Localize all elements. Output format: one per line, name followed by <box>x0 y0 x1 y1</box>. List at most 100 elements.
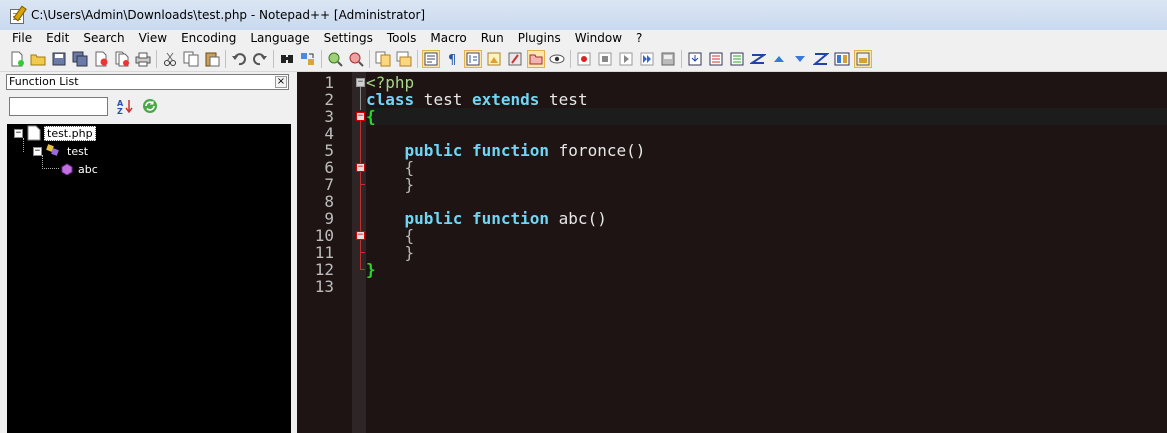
print-icon[interactable] <box>134 50 152 68</box>
save-all-icon[interactable] <box>71 50 89 68</box>
panel-header: Function List × <box>6 74 289 90</box>
menu-help[interactable]: ? <box>629 30 649 46</box>
word-wrap-icon[interactable] <box>422 49 440 68</box>
code-area[interactable]: <?php class test extends test { public f… <box>366 72 1167 433</box>
code-line: public function foronce() <box>366 142 1167 159</box>
menu-bar: File Edit Search View Encoding Language … <box>0 30 1167 46</box>
function-list-icon[interactable] <box>506 50 524 68</box>
collapse-icon[interactable]: − <box>33 146 42 156</box>
fold-toggle-icon[interactable]: − <box>356 78 365 87</box>
plugin-6-icon[interactable] <box>791 50 809 68</box>
toolbar-separator <box>681 49 682 68</box>
sync-horizontal-icon[interactable] <box>395 50 413 68</box>
close-icon[interactable] <box>92 50 110 68</box>
save-macro-icon[interactable] <box>659 50 677 68</box>
line-number: 13 <box>314 277 334 296</box>
plugin-1-icon[interactable] <box>686 50 704 68</box>
code-line-current: { <box>366 108 1167 125</box>
open-icon[interactable] <box>29 50 47 68</box>
document-map-icon[interactable] <box>485 50 503 68</box>
plugin-8-icon[interactable] <box>833 50 851 68</box>
sort-az-icon[interactable]: AZ <box>117 98 133 116</box>
brace: } <box>366 175 415 194</box>
tree-method-label: abc <box>78 162 98 176</box>
indent-guide-icon[interactable] <box>464 49 482 68</box>
line-number: 11 <box>314 243 334 262</box>
notepad-icon <box>9 5 27 24</box>
run-macro-multiple-icon[interactable] <box>638 50 656 68</box>
line-number-gutter: 1 2 3 4 5 6 7 8 9 10 11 12 13 <box>297 72 352 433</box>
svg-text:¶: ¶ <box>448 53 456 67</box>
plugin-4-icon[interactable] <box>749 50 767 68</box>
plugin-9-icon[interactable] <box>854 49 872 68</box>
menu-edit[interactable]: Edit <box>39 30 76 46</box>
plugin-2-icon[interactable] <box>707 50 725 68</box>
menu-window[interactable]: Window <box>568 30 629 46</box>
plugin-3-icon[interactable] <box>728 50 746 68</box>
plugin-5-icon[interactable] <box>770 50 788 68</box>
code-editor[interactable]: 1 2 3 4 5 6 7 8 9 10 11 12 13 − − − − <?… <box>297 72 1167 433</box>
window-title: C:\Users\Admin\Downloads\test.php - Note… <box>31 8 426 22</box>
brace: } <box>366 260 376 279</box>
stop-macro-icon[interactable] <box>596 50 614 68</box>
new-icon[interactable] <box>8 50 26 68</box>
line-number: 12 <box>314 260 334 279</box>
reload-icon[interactable] <box>141 97 159 115</box>
close-icon[interactable]: × <box>275 76 287 88</box>
keyword: extends <box>471 90 540 109</box>
find-icon[interactable] <box>278 50 296 68</box>
file-icon <box>27 125 41 141</box>
keyword: function <box>471 141 550 160</box>
line-number: 4 <box>324 124 334 143</box>
tree-item-method[interactable]: abc <box>61 161 100 177</box>
code-text: test <box>414 90 472 109</box>
menu-macro[interactable]: Macro <box>423 30 473 46</box>
line-number: 3 <box>324 107 334 126</box>
record-macro-icon[interactable] <box>575 50 593 68</box>
line-number: 10 <box>314 226 334 245</box>
menu-encoding[interactable]: Encoding <box>174 30 243 46</box>
menu-language[interactable]: Language <box>243 30 316 46</box>
zoom-out-icon[interactable] <box>347 50 365 68</box>
line-number: 2 <box>324 90 334 109</box>
play-macro-icon[interactable] <box>617 50 635 68</box>
fold-toggle-icon[interactable]: − <box>356 163 365 172</box>
sync-vertical-icon[interactable] <box>374 50 392 68</box>
plugin-7-icon[interactable] <box>812 50 830 68</box>
folder-as-workspace-icon[interactable] <box>527 49 545 68</box>
menu-tools[interactable]: Tools <box>380 30 424 46</box>
menu-view[interactable]: View <box>132 30 174 46</box>
menu-run[interactable]: Run <box>474 30 511 46</box>
replace-icon[interactable] <box>299 50 317 68</box>
code-text: abc() <box>549 209 607 228</box>
show-all-chars-icon[interactable]: ¶ <box>443 50 461 68</box>
undo-icon[interactable] <box>230 50 248 68</box>
tree-item-class[interactable]: − test <box>33 143 90 159</box>
copy-icon[interactable] <box>182 50 200 68</box>
close-all-icon[interactable] <box>113 50 131 68</box>
line-number: 1 <box>324 73 334 92</box>
cut-icon[interactable] <box>161 50 179 68</box>
menu-file[interactable]: File <box>0 30 39 46</box>
collapse-icon[interactable]: − <box>14 128 23 138</box>
redo-icon[interactable] <box>251 50 269 68</box>
zoom-in-icon[interactable] <box>326 50 344 68</box>
fold-toggle-icon[interactable]: − <box>356 231 365 240</box>
save-icon[interactable] <box>50 50 68 68</box>
keyword: function <box>471 209 550 228</box>
menu-search[interactable]: Search <box>76 30 131 46</box>
tree-item-file[interactable]: − test.php <box>14 125 96 141</box>
code-line: } <box>366 261 1167 278</box>
toolbar-separator <box>273 49 274 68</box>
menu-settings[interactable]: Settings <box>317 30 380 46</box>
monitoring-icon[interactable] <box>548 50 566 68</box>
code-line: class test extends test <box>366 91 1167 108</box>
menu-plugins[interactable]: Plugins <box>511 30 568 46</box>
paste-icon[interactable] <box>203 50 221 68</box>
panel-title: Function List <box>9 75 79 88</box>
function-search-input[interactable] <box>9 97 108 116</box>
fold-toggle-icon[interactable]: − <box>356 112 365 121</box>
tree-connector <box>42 168 59 170</box>
